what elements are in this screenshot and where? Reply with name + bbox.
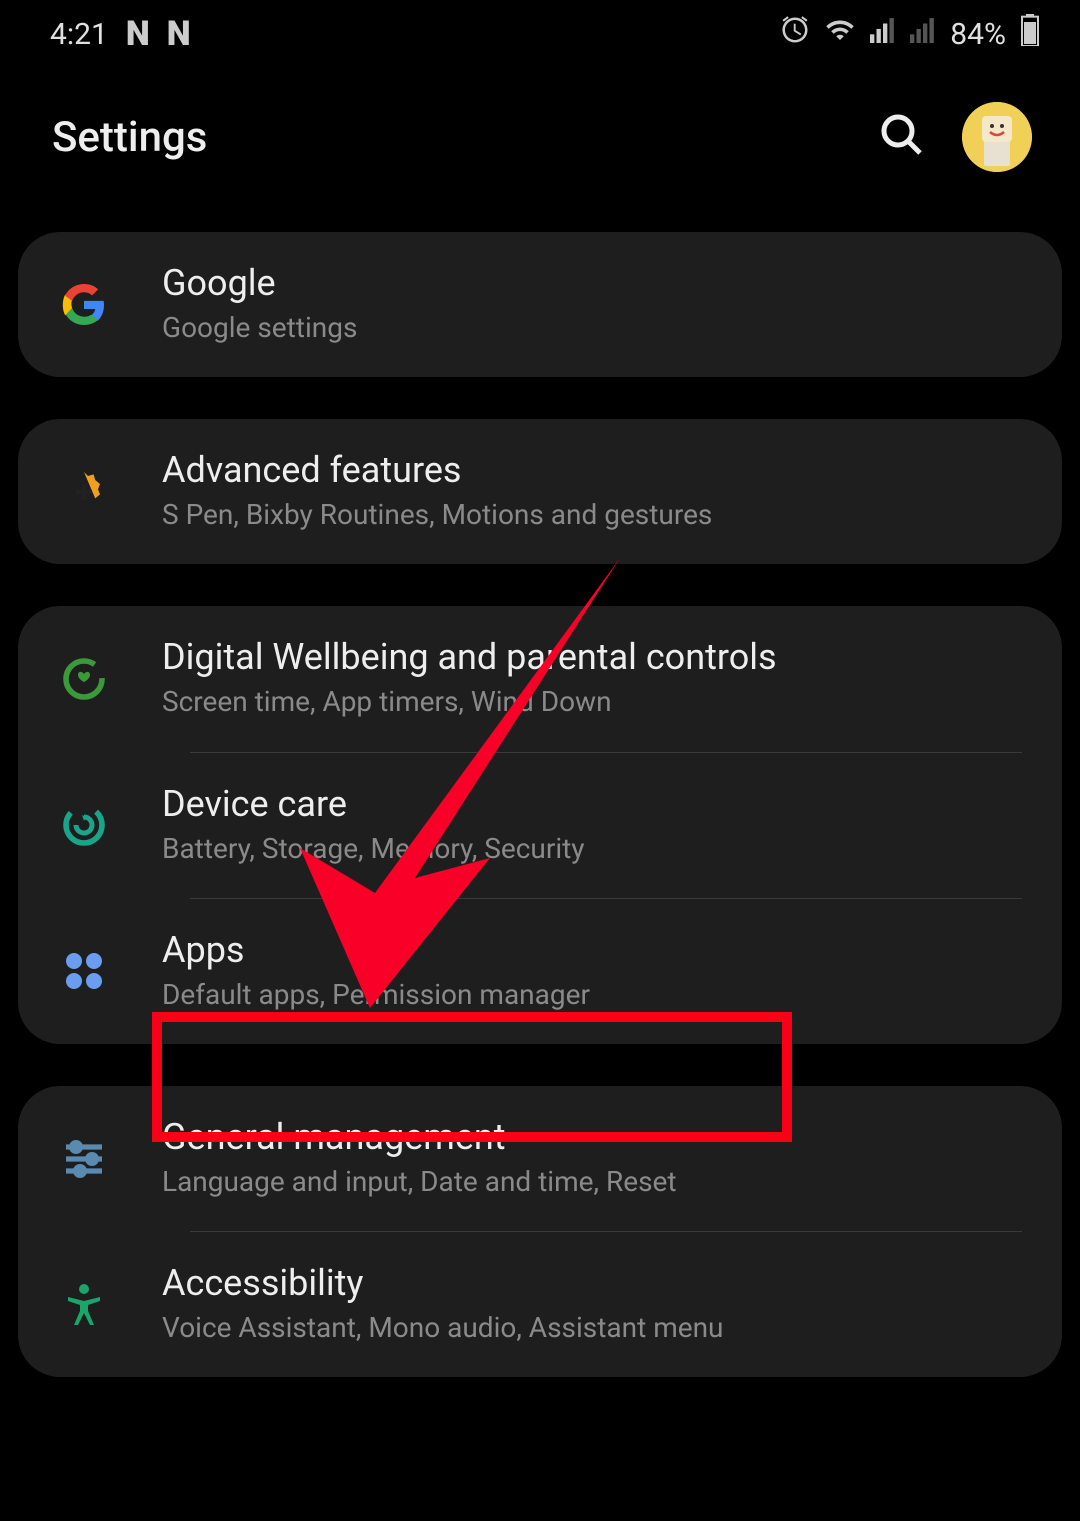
battery-icon [1020,14,1040,54]
item-subtitle: Screen time, App timers, Wind Down [162,682,1024,721]
item-text: Apps Default apps, Permission manager [162,929,1024,1014]
gear-plus-icon [56,464,112,520]
item-text: Google Google settings [162,262,1024,347]
item-subtitle: Google settings [162,308,1024,347]
item-title: Apps [162,929,1024,971]
item-title: Device care [162,783,1024,825]
settings-group: Digital Wellbeing and parental controls … [18,606,1062,1044]
item-subtitle: Default apps, Permission manager [162,975,1024,1014]
sliders-icon [56,1131,112,1187]
settings-item-accessibility[interactable]: Accessibility Voice Assistant, Mono audi… [18,1232,1062,1377]
status-time: 4:21 [50,17,108,52]
item-text: Advanced features S Pen, Bixby Routines,… [162,449,1024,534]
notification-icon: N [126,14,149,54]
item-text: Digital Wellbeing and parental controls … [162,636,1024,721]
status-bar: 4:21 N N 84% [0,0,1080,68]
item-text: General management Language and input, D… [162,1116,1024,1201]
item-subtitle: S Pen, Bixby Routines, Motions and gestu… [162,495,1024,534]
item-subtitle: Language and input, Date and time, Reset [162,1162,1024,1201]
search-icon[interactable] [878,111,926,163]
status-left: 4:21 N N [50,14,190,54]
device-care-icon [56,797,112,853]
settings-group: Advanced features S Pen, Bixby Routines,… [18,419,1062,564]
item-title: Accessibility [162,1262,1024,1304]
apps-icon [56,943,112,999]
status-right: 84% [780,14,1040,54]
notification-icon: N [167,14,190,54]
settings-group: Google Google settings [18,232,1062,377]
profile-avatar[interactable] [962,102,1032,172]
header-actions [878,102,1032,172]
google-icon [56,277,112,333]
item-text: Accessibility Voice Assistant, Mono audi… [162,1262,1024,1347]
item-title: Google [162,262,1024,304]
wifi-icon [824,15,856,53]
settings-group: General management Language and input, D… [18,1086,1062,1377]
header: Settings [0,68,1080,232]
wellbeing-icon [56,651,112,707]
item-title: Digital Wellbeing and parental controls [162,636,1024,678]
accessibility-icon [56,1277,112,1333]
settings-item-device-care[interactable]: Device care Battery, Storage, Memory, Se… [18,753,1062,898]
settings-item-digital-wellbeing[interactable]: Digital Wellbeing and parental controls … [18,606,1062,751]
alarm-icon [780,15,810,53]
item-title: General management [162,1116,1024,1158]
settings-item-general-management[interactable]: General management Language and input, D… [18,1086,1062,1231]
signal-icon [910,16,936,52]
battery-percent: 84% [950,17,1006,52]
settings-item-advanced-features[interactable]: Advanced features S Pen, Bixby Routines,… [18,419,1062,564]
page-title: Settings [52,113,207,162]
settings-item-google[interactable]: Google Google settings [18,232,1062,377]
item-title: Advanced features [162,449,1024,491]
settings-item-apps[interactable]: Apps Default apps, Permission manager [18,899,1062,1044]
item-text: Device care Battery, Storage, Memory, Se… [162,783,1024,868]
item-subtitle: Battery, Storage, Memory, Security [162,829,1024,868]
signal-icon [870,16,896,52]
item-subtitle: Voice Assistant, Mono audio, Assistant m… [162,1308,1024,1347]
